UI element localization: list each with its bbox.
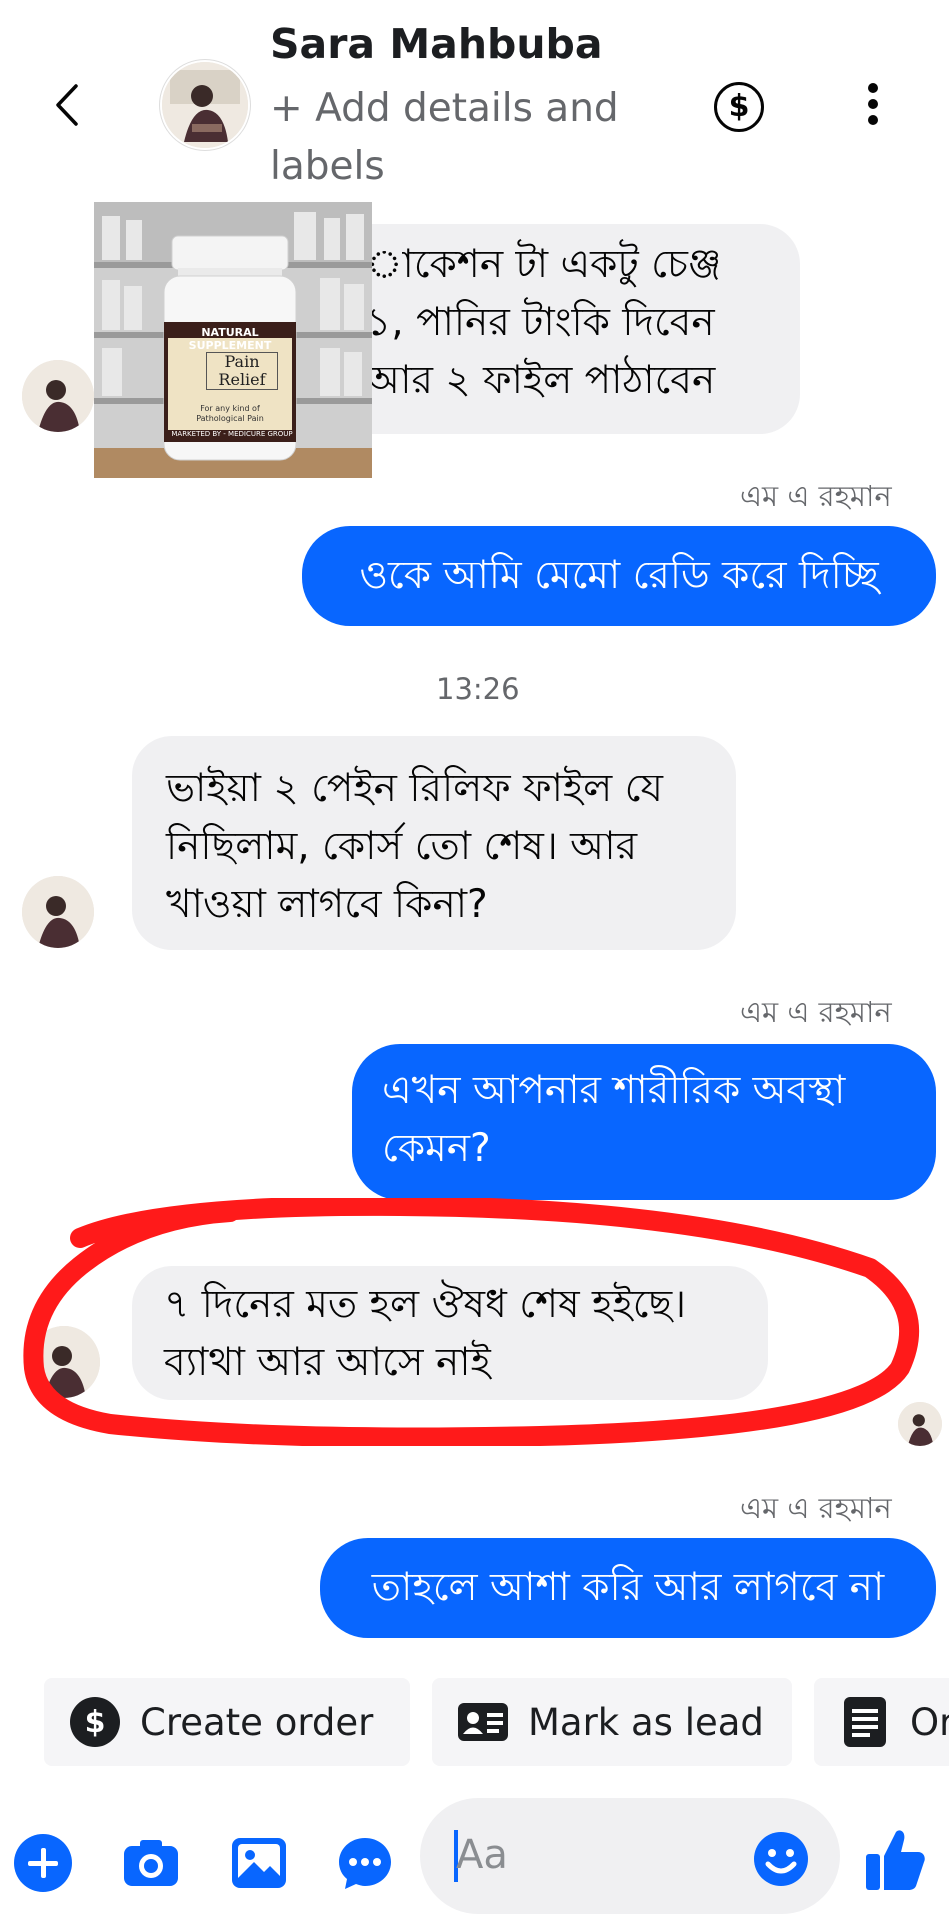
create-order-button[interactable]: $ Create order	[44, 1678, 410, 1766]
label-product-line: Pain	[224, 352, 260, 371]
document-icon	[844, 1697, 886, 1747]
message-text: তাহলে আশা করি আর লাগবে না	[371, 1565, 885, 1610]
label-product: Pain Relief	[206, 352, 278, 390]
thumbs-up-icon[interactable]	[864, 1826, 926, 1892]
label-marketed: MARKETED BY - MEDICURE GROUP	[171, 430, 293, 438]
sender-avatar[interactable]	[22, 360, 94, 432]
id-card-icon	[458, 1703, 508, 1741]
message-line: খাওয়া লাগবে কিনা?	[166, 882, 488, 927]
contact-name[interactable]: Sara Mahbuba	[270, 20, 603, 68]
label-desc-line: For any kind of	[200, 404, 260, 413]
dollar-circle-icon: $	[70, 1697, 120, 1747]
add-details-link[interactable]: + Add details and labels	[270, 80, 640, 196]
label-brand: NATURAL SUPPLEMENT	[188, 326, 272, 352]
emoji-icon[interactable]	[752, 1830, 810, 1888]
message-text: ওকে আমি মেমো রেডি করে দিচ্ছি	[359, 553, 879, 598]
create-order-label: Create order	[140, 1700, 374, 1744]
contact-avatar[interactable]	[162, 62, 248, 148]
sender-label: এম এ রহমান	[740, 995, 892, 1029]
message-line: নিছিলাম, কোর্স তো শেষ। আর	[166, 824, 638, 869]
svg-text:$: $	[85, 1705, 106, 1740]
mark-as-lead-button[interactable]: Mark as lead	[432, 1678, 792, 1766]
sender-label: এম এ রহমান	[740, 479, 892, 513]
message-input-placeholder: Aa	[456, 1832, 508, 1878]
label-product-line: Relief	[218, 370, 266, 389]
sender-label: এম এ রহমান	[740, 1491, 892, 1525]
message-line: কেমন?	[382, 1126, 491, 1171]
message-line: ভাইয়া ২ পেইন রিলিফ ফাইল যে	[166, 766, 663, 811]
sender-avatar[interactable]	[22, 876, 94, 948]
message-line: ১, পানির টাংকি দিবেন	[366, 300, 715, 345]
more-vertical-icon[interactable]	[866, 82, 880, 126]
back-arrow-icon[interactable]	[48, 80, 88, 130]
order-button[interactable]: Or	[814, 1678, 949, 1766]
message-outgoing[interactable]: এখন আপনার শারীরিক অবস্থা কেমন?	[352, 1044, 936, 1200]
timestamp: 13:26	[436, 672, 520, 706]
chat-bubble-icon[interactable]	[336, 1834, 394, 1892]
plus-icon[interactable]	[14, 1834, 72, 1892]
order-label: Or	[910, 1700, 949, 1744]
message-incoming[interactable]: ভাইয়া ২ পেইন রিলিফ ফাইল যে নিছিলাম, কোর…	[132, 736, 736, 950]
message-line: এখন আপনার শারীরিক অবস্থা	[382, 1068, 846, 1113]
message-incoming[interactable]: াকেশন টা একটু চেঞ্জ ১, পানির টাংকি দিবেন…	[300, 224, 800, 434]
seen-avatar	[898, 1402, 942, 1446]
mark-as-lead-label: Mark as lead	[528, 1700, 764, 1744]
camera-icon[interactable]	[122, 1834, 180, 1892]
message-outgoing[interactable]: তাহলে আশা করি আর লাগবে না	[320, 1538, 936, 1638]
message-line: আর ২ ফাইল পাঠাবেন	[366, 358, 716, 403]
label-desc-line: Pathological Pain	[196, 414, 264, 423]
red-annotation-circle	[23, 1198, 920, 1446]
message-line: াকেশন টা একটু চেঞ্জ	[366, 242, 722, 287]
image-icon[interactable]	[230, 1834, 288, 1892]
dollar-circle-icon[interactable]: $	[714, 82, 764, 132]
label-desc: For any kind of Pathological Pain	[174, 404, 286, 424]
product-image-attachment[interactable]: NATURAL SUPPLEMENT Pain Relief For any k…	[94, 202, 372, 478]
message-outgoing[interactable]: ওকে আমি মেমো রেডি করে দিচ্ছি	[302, 526, 936, 626]
